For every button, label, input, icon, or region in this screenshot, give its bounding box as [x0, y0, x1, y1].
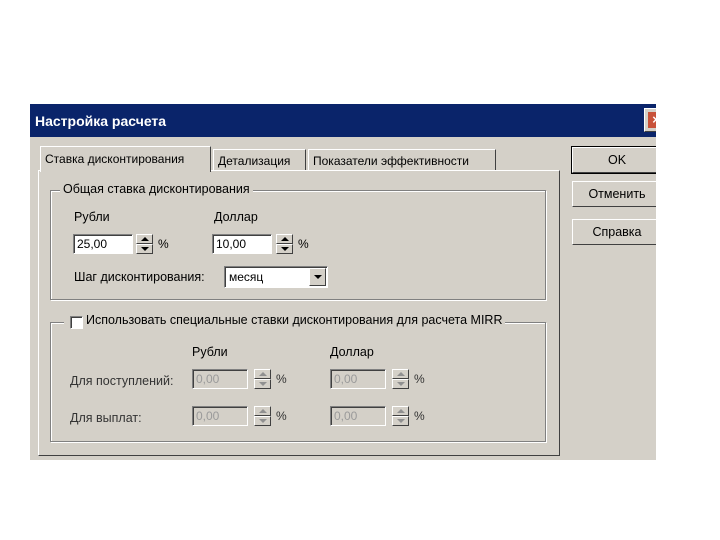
cancel-button[interactable]: Отменить: [572, 181, 656, 207]
rubles-percent-sign: %: [158, 237, 169, 251]
outflows-rubles-spinner[interactable]: [254, 406, 271, 426]
outflows-label: Для выплат:: [70, 411, 142, 425]
inflows-rubles-percent: %: [276, 372, 287, 386]
mirr-checkbox[interactable]: [70, 316, 83, 329]
dollar-rate-input[interactable]: 10,00: [212, 234, 272, 254]
tab-discount-rate[interactable]: Ставка дисконтирования: [40, 146, 211, 172]
outflows-dollar-spinner[interactable]: [392, 406, 409, 426]
general-rate-legend: Общая ставка дисконтирования: [60, 182, 253, 196]
close-button[interactable]: ×: [644, 108, 656, 132]
spin-down-icon[interactable]: [254, 379, 271, 389]
spin-down-icon[interactable]: [392, 416, 409, 426]
spin-up-icon[interactable]: [254, 406, 271, 416]
discount-step-label: Шаг дисконтирования:: [74, 270, 205, 284]
spin-down-icon[interactable]: [254, 416, 271, 426]
outflows-rubles-percent: %: [276, 409, 287, 423]
outflows-rubles-input[interactable]: 0,00: [192, 406, 248, 426]
chevron-down-icon[interactable]: [309, 268, 326, 286]
inflows-rubles-input[interactable]: 0,00: [192, 369, 248, 389]
spin-up-icon[interactable]: [392, 406, 409, 416]
tab-detailing[interactable]: Детализация: [213, 149, 306, 171]
discount-step-select[interactable]: месяц: [224, 266, 328, 288]
inflows-dollar-percent: %: [414, 372, 425, 386]
outflows-dollar-percent: %: [414, 409, 425, 423]
spin-down-icon[interactable]: [276, 244, 293, 254]
window-title: Настройка расчета: [35, 113, 167, 129]
inflows-dollar-spinner[interactable]: [392, 369, 409, 389]
tab-efficiency-indicators[interactable]: Показатели эффективности: [308, 149, 496, 171]
rubles-rate-spinner[interactable]: [136, 234, 153, 254]
discount-step-value: месяц: [229, 270, 264, 284]
spin-down-icon[interactable]: [136, 244, 153, 254]
spin-up-icon[interactable]: [254, 369, 271, 379]
spin-up-icon[interactable]: [276, 234, 293, 244]
dollar-rate-spinner[interactable]: [276, 234, 293, 254]
title-bar: Настройка расчета ×: [30, 104, 656, 137]
mirr-dollar-label: Доллар: [330, 345, 374, 359]
rubles-label: Рубли: [74, 210, 110, 224]
ok-button[interactable]: OK: [571, 146, 656, 174]
outflows-dollar-input[interactable]: 0,00: [330, 406, 386, 426]
inflows-dollar-input[interactable]: 0,00: [330, 369, 386, 389]
inflows-label: Для поступлений:: [70, 374, 174, 388]
rubles-rate-input[interactable]: 25,00: [73, 234, 133, 254]
close-icon: ×: [648, 112, 656, 128]
dollar-label: Доллар: [214, 210, 258, 224]
help-button[interactable]: Справка: [572, 219, 656, 245]
spin-up-icon[interactable]: [136, 234, 153, 244]
spin-up-icon[interactable]: [392, 369, 409, 379]
mirr-checkbox-label[interactable]: Использовать специальные ставки дисконти…: [64, 313, 506, 327]
dollar-percent-sign: %: [298, 237, 309, 251]
inflows-rubles-spinner[interactable]: [254, 369, 271, 389]
mirr-rubles-label: Рубли: [192, 345, 228, 359]
settings-dialog: Настройка расчета × Ставка дисконтирован…: [30, 104, 656, 460]
spin-down-icon[interactable]: [392, 379, 409, 389]
